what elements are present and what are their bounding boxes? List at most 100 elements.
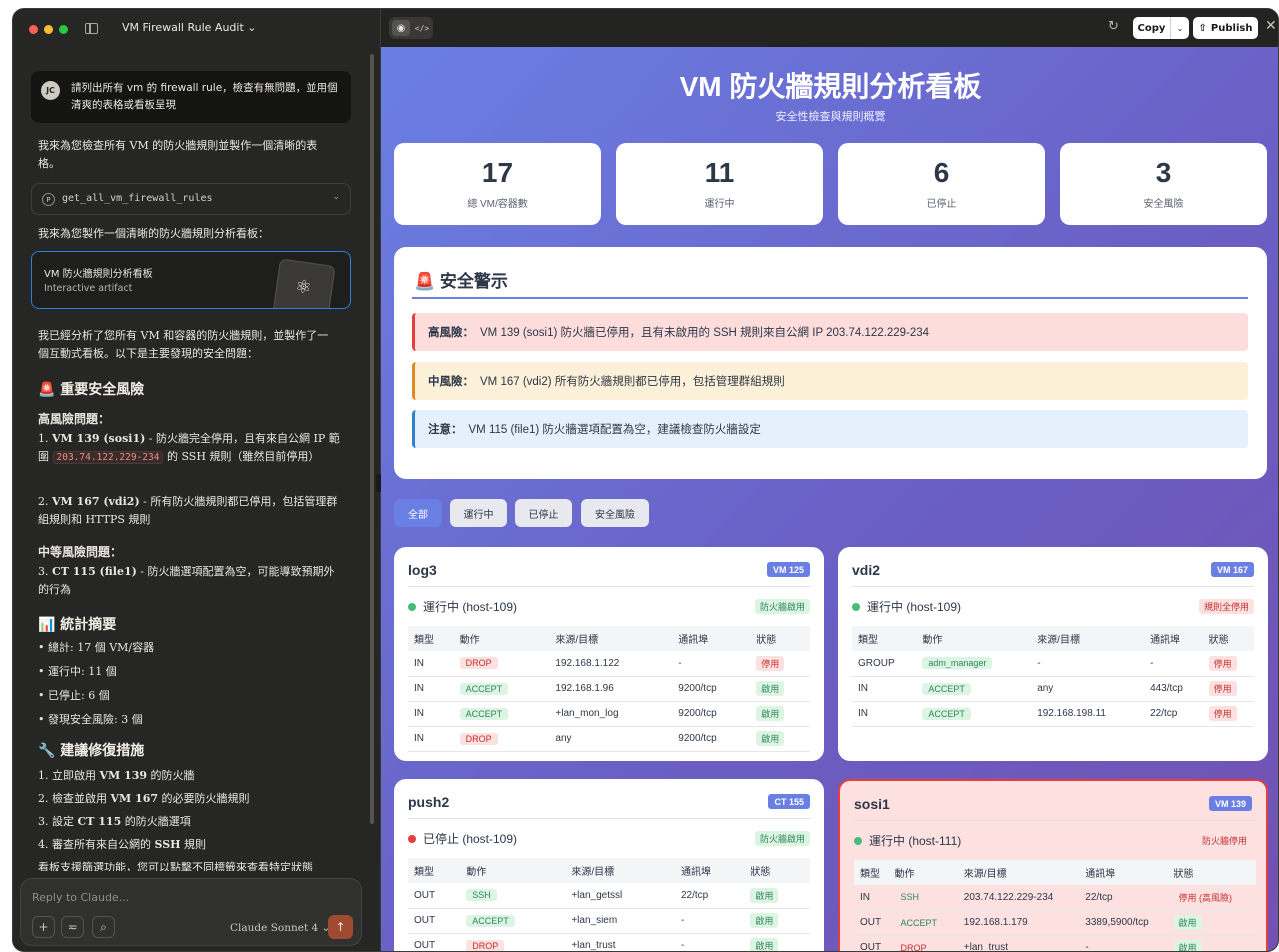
assistant-text: 我來為您製作一個清晰的防火牆規則分析看板：: [38, 227, 269, 240]
refresh-icon[interactable]: ↻: [1108, 19, 1119, 34]
settings-sliders-icon[interactable]: ≂: [61, 916, 84, 938]
rule-status-tag: 啟用: [756, 731, 785, 746]
add-icon[interactable]: +: [32, 916, 55, 938]
code-icon[interactable]: </>: [413, 20, 431, 36]
assistant-text: 我已經分析了您所有 VM 和容器的防火牆規則，並製作了一個互動式看板。以下是主要…: [38, 329, 329, 360]
status-text: 已停止 (host-109): [423, 832, 518, 846]
column-header: 通訊埠: [672, 626, 751, 651]
rule-port: 3389,5900/tcp: [1079, 910, 1168, 936]
status-text: 運行中 (host-111): [869, 834, 962, 848]
status-text: 運行中 (host-109): [423, 600, 518, 614]
rule-source: any: [549, 726, 673, 752]
column-header: 來源/目標: [1031, 626, 1145, 651]
chevron-down-icon[interactable]: ⌄: [1171, 17, 1189, 39]
rule-type: OUT: [408, 933, 461, 951]
stat-value: 6: [933, 157, 950, 188]
status-dot: [408, 602, 416, 611]
rule-status-cell: 停用: [1202, 701, 1254, 727]
column-header: 類型: [854, 860, 889, 885]
search-icon[interactable]: ⌕: [92, 916, 115, 938]
rule-action-cell: ACCEPT: [453, 701, 550, 727]
reply-input[interactable]: Reply to Claude...: [32, 891, 129, 904]
filter-running[interactable]: 運行中: [450, 499, 507, 527]
section-heading: 📊 統計摘要: [38, 617, 117, 633]
artifact-card[interactable]: VM 防火牆規則分析看板 Interactive artifact ⚛: [31, 251, 351, 309]
filter-risk[interactable]: 安全風險: [581, 499, 649, 527]
filter-stopped[interactable]: 已停止: [515, 499, 572, 527]
rule-action-cell: DROP: [888, 935, 958, 952]
rule-status-tag: 停用 (高風險): [1178, 892, 1233, 903]
stat-value: 3: [1155, 157, 1172, 188]
copy-label[interactable]: Copy: [1133, 17, 1171, 39]
table-row: IN SSH 203.74.122.229-234 22/tcp 停用 (高風險): [854, 885, 1256, 911]
rule-status-tag: 啟用: [756, 681, 785, 696]
atom-icon: ⚛: [293, 275, 313, 299]
firewall-badge: 防火牆停用: [1196, 833, 1252, 848]
reply-composer[interactable]: Reply to Claude... + ≂ ⌕ Claude Sonnet 4…: [20, 878, 362, 946]
rule-port: -: [672, 651, 751, 677]
rule-type: IN: [408, 651, 454, 677]
rule-action-tag: SSH: [466, 889, 497, 902]
rule-action-cell: DROP: [453, 651, 550, 677]
rule-source: 192.168.1.96: [549, 676, 673, 702]
rule-type: GROUP: [852, 651, 917, 677]
rule-status-tag: 啟用: [750, 913, 779, 928]
close-window-button[interactable]: [29, 25, 38, 34]
stat-card-running: 11 運行中: [616, 143, 823, 225]
assistant-text: 我來為您檢查所有 VM 的防火牆規則並製作一個清晰的表格。: [38, 139, 318, 170]
rule-status-cell: 停用: [1202, 651, 1254, 677]
rule-status-tag: 停用: [756, 655, 785, 671]
table-row: OUT ACCEPT 192.168.1.179 3389,5900/tcp 啟用: [854, 910, 1256, 936]
tool-call-block[interactable]: P get_all_vm_firewall_rules ⌄: [31, 183, 351, 215]
rule-status-cell: 啟用: [744, 883, 810, 909]
rule-source: -: [1031, 651, 1145, 677]
list-item: 3. CT 115 (file1) - 防火牆選項配置為空，可能導致預期外的行為: [38, 565, 335, 596]
chat-scrollbar[interactable]: [370, 54, 374, 824]
tool-name: get_all_vm_firewall_rules: [62, 193, 213, 204]
rule-port: -: [674, 908, 745, 934]
rule-action-cell: DROP: [460, 933, 566, 951]
publish-button[interactable]: ⇧ Publish: [1193, 17, 1258, 39]
rule-action-tag: DROP: [459, 657, 498, 670]
minimize-window-button[interactable]: [44, 25, 53, 34]
stat-card-total: 17 總 VM/容器數: [394, 143, 601, 225]
rule-source: +lan_mon_log: [549, 701, 673, 727]
chevron-down-icon[interactable]: ⌄: [332, 192, 340, 202]
rule-source: 192.168.1.122: [549, 651, 673, 677]
close-icon[interactable]: ✕: [1265, 18, 1277, 34]
filter-all[interactable]: 全部: [394, 499, 442, 527]
copy-button[interactable]: Copy ⌄: [1133, 17, 1189, 39]
firewall-badge: 規則全停用: [1198, 599, 1254, 614]
column-header: 來源/目標: [957, 860, 1080, 885]
view-toggle[interactable]: ◉ </>: [389, 17, 433, 39]
list-item: • 運行中: 11 個: [38, 665, 117, 678]
rule-port: 9200/tcp: [672, 726, 751, 752]
rule-status-tag: 啟用: [1173, 940, 1202, 951]
rule-type: IN: [854, 885, 889, 911]
maximize-window-button[interactable]: [59, 25, 68, 34]
rule-action-cell: ACCEPT: [888, 910, 958, 936]
table-row: IN ACCEPT 192.168.198.11 22/tcp 停用: [852, 701, 1254, 727]
rule-type: IN: [408, 726, 454, 752]
rule-action-tag: ACCEPT: [459, 682, 509, 695]
app-window: VM Firewall Rule Audit ⌄ JC 請列出所有 vm 的 f…: [12, 8, 1279, 952]
model-selector[interactable]: Claude Sonnet 4 ⌄: [230, 922, 330, 934]
rule-action-cell: ACCEPT: [453, 676, 550, 702]
conversation-title[interactable]: VM Firewall Rule Audit ⌄: [122, 21, 257, 34]
preview-eye-icon[interactable]: ◉: [392, 20, 410, 36]
rule-action-cell: SSH: [888, 885, 958, 911]
table-row: OUT DROP +lan_trust - 啟用: [408, 933, 810, 951]
send-button[interactable]: ↑: [328, 915, 353, 939]
artifact-panel: ◉ </> ↻ Copy ⌄ ⇧ Publish ✕ VM 防火牆規則分析看板 安…: [381, 9, 1278, 952]
rule-action-tag: DROP: [900, 942, 927, 952]
rule-action-tag: ACCEPT: [459, 707, 509, 720]
tool-icon: P: [42, 193, 55, 206]
card-divider: [852, 586, 1254, 587]
rule-action-tag: ACCEPT: [900, 917, 937, 928]
column-header: 動作: [888, 860, 958, 885]
column-header: 通訊埠: [674, 858, 745, 883]
alerts-divider: [412, 297, 1248, 299]
stat-value: 11: [704, 157, 735, 188]
sidebar-toggle-icon[interactable]: [85, 23, 98, 34]
vm-id-badge: VM 125: [766, 562, 810, 577]
